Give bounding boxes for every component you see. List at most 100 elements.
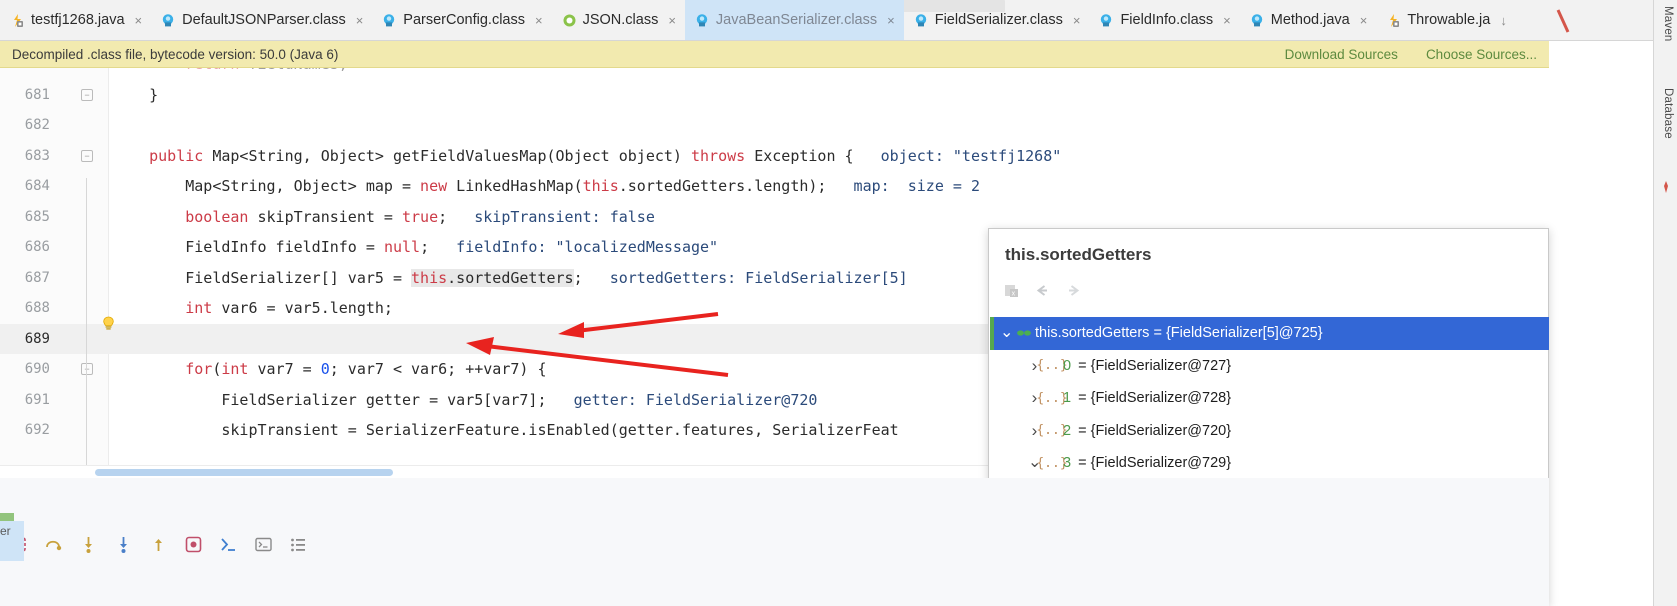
object-braces-icon: {..} (1036, 423, 1068, 439)
editor-tab-close-icon[interactable]: × (664, 13, 676, 28)
tree-row-label: 0 = {FieldSerializer@727} (1063, 357, 1232, 374)
choose-sources-link[interactable]: Choose Sources... (1426, 47, 1537, 62)
editor-tab-label: testfj1268.java (31, 12, 125, 28)
editor-tab-label: Method.java (1270, 12, 1350, 28)
run-to-cursor-icon[interactable] (183, 534, 204, 555)
chevron-down-icon[interactable]: ⌄ (1000, 325, 1013, 341)
line-number: 684 (24, 178, 50, 194)
tool-window-database[interactable]: Database (1662, 88, 1674, 139)
editor-tab-close-icon[interactable]: × (883, 13, 895, 28)
tree-row-label: 1 = {FieldSerializer@728} (1063, 390, 1232, 407)
editor-tab-label: FieldSerializer.class (934, 12, 1063, 28)
editor-tab-label: FieldInfo.class (1120, 12, 1214, 28)
tree-row-label: 2 = {FieldSerializer@720} (1063, 422, 1232, 439)
tree-row-label: 3 = {FieldSerializer@729} (1063, 455, 1232, 472)
editor-tab-close-icon[interactable]: × (1219, 13, 1231, 28)
line-number: 681 (24, 86, 50, 103)
banner-message: Decompiled .class file, bytecode version… (12, 46, 339, 62)
code-line-text: for(int var7 = 0; var7 < var6; ++var7) { (185, 360, 547, 378)
code-line-681[interactable]: 681 − } (0, 80, 1549, 111)
line-number: 685 (24, 208, 50, 225)
tree-row-1[interactable]: › {..} 0 = {FieldSerializer@727} (990, 350, 1549, 383)
editor-tab-3[interactable]: JSON.class × (552, 0, 685, 40)
editor-tab-label: ParserConfig.class (403, 12, 525, 28)
object-braces-icon: {..} (1036, 455, 1068, 471)
java-file-icon (1386, 13, 1401, 28)
right-tool-window-strip[interactable]: Maven Database (1653, 0, 1677, 606)
force-step-into-icon[interactable] (113, 534, 134, 555)
intention-bulb-icon[interactable] (100, 315, 117, 332)
code-line-text: boolean skipTransient = true; skipTransi… (185, 207, 655, 226)
editor-tab-label: JSON.class (582, 12, 659, 28)
forward-arrow-icon[interactable] (1065, 282, 1082, 299)
editor-tab-0[interactable]: testfj1268.java × (0, 0, 151, 40)
editor-tab-close-icon[interactable]: × (1356, 13, 1368, 28)
line-number: 689 (24, 330, 50, 347)
code-line-683[interactable]: 683 − public Map<String, Object> getField… (0, 141, 1549, 172)
class-file-icon (1250, 13, 1265, 28)
step-out-icon[interactable] (148, 534, 169, 555)
object-braces-icon: {..} (1036, 390, 1068, 406)
console-icon[interactable] (253, 534, 274, 555)
editor-tab-close-icon[interactable]: × (531, 13, 543, 28)
step-over-icon[interactable] (43, 534, 64, 555)
editor-tab-close-icon[interactable]: ↓ (1496, 13, 1507, 28)
threads-icon[interactable] (288, 534, 309, 555)
editor-tab-1[interactable]: DefaultJSONParser.class × (151, 0, 372, 40)
interface-file-icon (562, 13, 577, 28)
editor-tab-7[interactable]: Method.java × (1240, 0, 1377, 40)
code-line-682[interactable]: 682 (0, 110, 1549, 141)
tree-row-2[interactable]: › {..} 1 = {FieldSerializer@728} (990, 382, 1549, 415)
debugger-toolbar[interactable] (0, 524, 1018, 564)
editor-tab-6[interactable]: FieldInfo.class × (1089, 0, 1239, 40)
code-line-680[interactable]: 680 return fieldNames; (0, 68, 1549, 80)
editor-tab-label: DefaultJSONParser.class (182, 12, 346, 28)
editor-tab-2[interactable]: ParserConfig.class × (372, 0, 551, 40)
ant-icon[interactable] (1659, 180, 1673, 197)
code-line-text: Map<String, Object> map = new LinkedHash… (113, 177, 980, 195)
scrollbar-thumb[interactable] (95, 469, 393, 476)
editor-tab-5[interactable]: FieldSerializer.class × (904, 0, 1090, 40)
editor-tab-close-icon[interactable]: × (352, 13, 364, 28)
class-file-icon (914, 13, 929, 28)
tree-row-4[interactable]: ⌄ {..} 3 = {FieldSerializer@729} (990, 447, 1549, 480)
debug-tool-window (0, 478, 1549, 606)
throwable-tab-extra-icon (1556, 8, 1572, 37)
line-number: 690 (24, 361, 50, 377)
code-line-text: return fieldNames; (113, 68, 348, 80)
tool-window-maven[interactable]: Maven (1662, 6, 1674, 42)
code-line-text: skipTransient = SerializerFeature.isEnab… (113, 421, 899, 439)
debug-tab-label: er (0, 524, 11, 538)
editor-tab-bar: testfj1268.java × DefaultJSONParser.class ×… (0, 0, 1677, 41)
code-line-text: FieldSerializer[] var5 = this.sortedGett… (113, 268, 908, 287)
tree-row-0[interactable]: ⌄ this.sortedGetters = {FieldSerializer[5… (990, 317, 1549, 350)
editor-tab-4[interactable]: JavaBeanSerializer.class × (684, 0, 904, 40)
code-line-text: FieldInfo fieldInfo = null; fieldInfo: "… (113, 238, 719, 256)
object-braces-icon: {..} (1036, 358, 1068, 374)
fold-toggle-icon[interactable]: − (81, 88, 93, 101)
back-arrow-icon[interactable] (1034, 282, 1051, 299)
fold-guide-line (86, 192, 87, 478)
editor-horizontal-scrollbar[interactable] (0, 465, 989, 478)
tree-row-3[interactable]: › {..} 2 = {FieldSerializer@720} (990, 415, 1549, 448)
code-line-684[interactable]: 684 Map<String, Object> map = new Linked… (0, 171, 1549, 202)
copy-value-icon[interactable]: x (1003, 282, 1020, 299)
editor-tab-close-icon[interactable]: × (1069, 13, 1081, 28)
svg-text:x: x (1012, 290, 1016, 297)
class-file-icon (695, 13, 710, 28)
class-file-icon (1099, 13, 1114, 28)
fold-toggle-icon[interactable]: − (81, 363, 93, 375)
evaluate-expression-icon[interactable] (218, 534, 239, 555)
step-into-icon[interactable] (78, 534, 99, 555)
editor-tab-label: Throwable.ja (1407, 12, 1491, 28)
editor-tab-8[interactable]: Throwable.ja ↓ (1376, 0, 1516, 40)
code-line-text: public Map<String, Object> getFieldValue… (149, 146, 1062, 165)
inspected-expression[interactable]: this.sortedGetters (411, 268, 574, 287)
watch-eyes-icon (1013, 326, 1035, 340)
class-file-icon (161, 13, 176, 28)
editor-tab-close-icon[interactable]: × (131, 13, 143, 28)
java-file-icon (10, 13, 25, 28)
download-sources-link[interactable]: Download Sources (1285, 47, 1398, 62)
fold-toggle-icon[interactable]: − (81, 149, 93, 162)
editor-tab-label: JavaBeanSerializer.class (715, 12, 878, 28)
